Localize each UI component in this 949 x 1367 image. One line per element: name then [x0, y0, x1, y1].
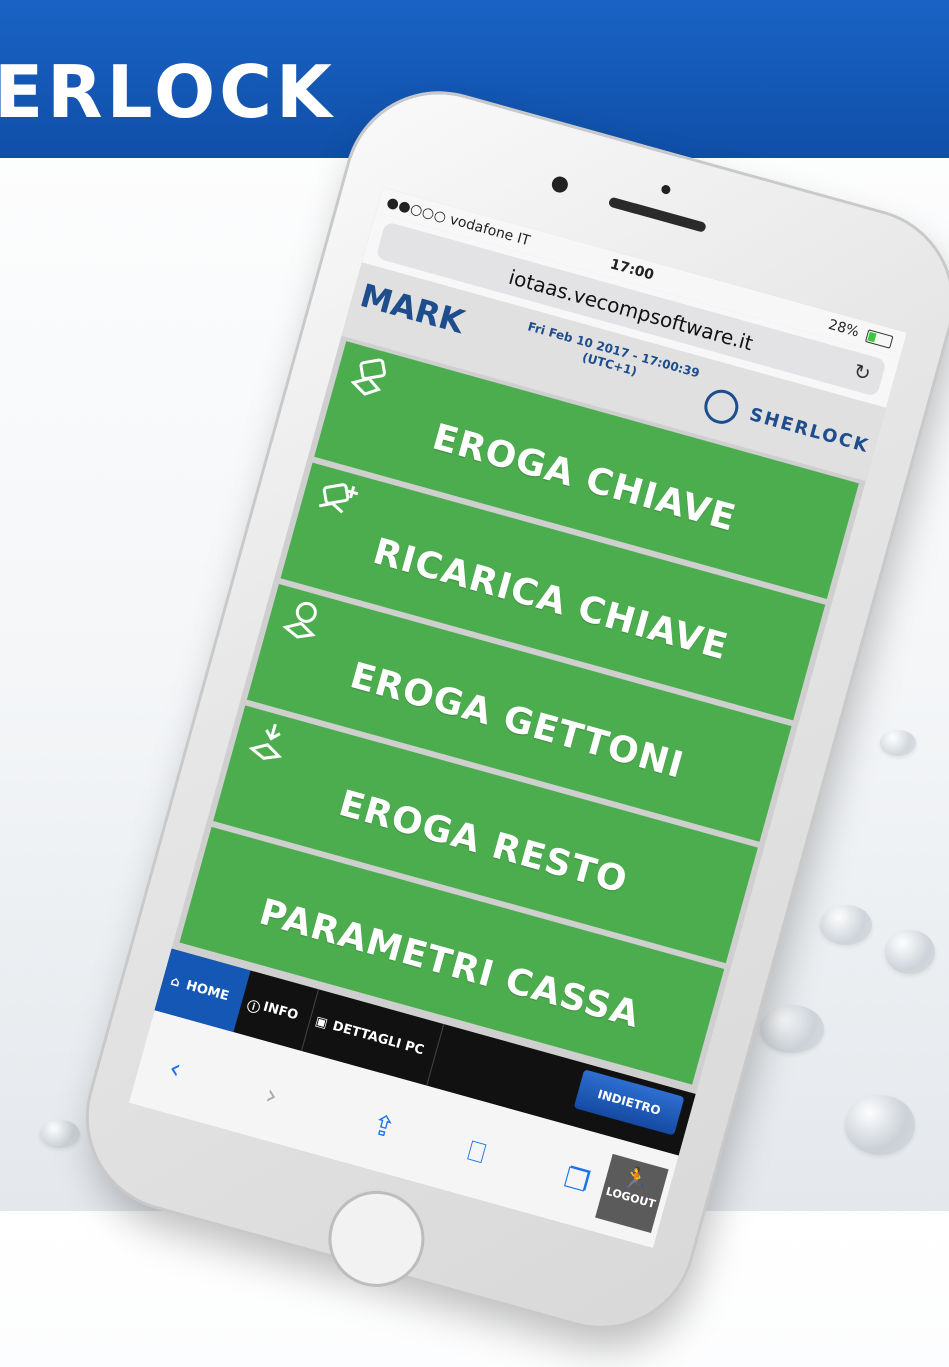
- phone-screen: ●●○○○ vodafone IT 17:00 28% iotaas.vecom…: [128, 187, 907, 1249]
- iphone-frame: ●●○○○ vodafone IT 17:00 28% iotaas.vecom…: [67, 73, 949, 1347]
- battery-icon: [865, 328, 894, 349]
- monitor-icon: ▣: [313, 1013, 330, 1032]
- info-icon: ⓘ: [244, 999, 262, 1017]
- battery-percent: 28%: [826, 316, 861, 341]
- banner-title: ERLOCK: [0, 50, 336, 134]
- water-drop: [760, 1005, 824, 1053]
- tabs-icon[interactable]: ❐: [561, 1161, 594, 1200]
- back-button-label: INDIETRO: [596, 1087, 663, 1118]
- earpiece-speaker: [607, 196, 707, 233]
- water-drop: [880, 730, 916, 756]
- share-icon[interactable]: ⇪: [368, 1107, 399, 1145]
- browser-back-icon[interactable]: ‹: [165, 1051, 185, 1086]
- water-drop: [885, 930, 935, 974]
- browser-forward-icon[interactable]: ›: [262, 1078, 282, 1113]
- front-camera: [550, 174, 570, 195]
- water-drop: [820, 905, 872, 945]
- bookmarks-icon[interactable]: ⎕: [464, 1134, 489, 1171]
- water-drop: [40, 1120, 80, 1148]
- tab-pc-label: DETTAGLI PC: [330, 1018, 426, 1059]
- proximity-sensor: [660, 184, 672, 196]
- home-icon: ⌂: [168, 973, 182, 991]
- sherlock-ring-icon: [700, 385, 743, 428]
- sherlock-logo-text: SHERLOCK: [747, 404, 872, 458]
- home-button[interactable]: [317, 1179, 436, 1298]
- tab-home-label: HOME: [184, 978, 231, 1005]
- water-drop: [845, 1095, 915, 1155]
- tab-info-label: INFO: [261, 999, 300, 1024]
